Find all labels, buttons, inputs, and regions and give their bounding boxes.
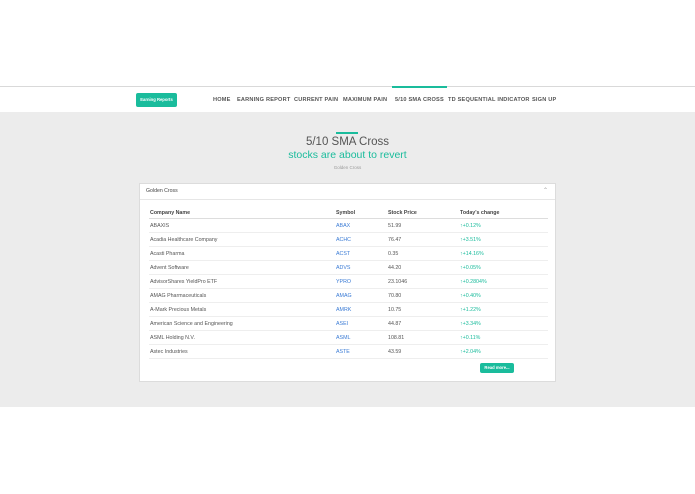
company-name: ASML Holding N.V. — [149, 330, 335, 345]
read-more-button[interactable]: Read more... — [480, 363, 514, 373]
page-subtitle: stocks are about to revert — [288, 149, 407, 161]
nav-maximum-pain[interactable]: MAXIMUM PAIN — [343, 87, 387, 113]
company-name: A-Mark Precious Metals — [149, 302, 335, 317]
column-header-change: Today's change — [459, 207, 548, 219]
table-row: Advent Software ADVS 44.20 ↑+0.05% — [149, 260, 548, 275]
table-row: ASML Holding N.V. ASML 108.81 ↑+0.11% — [149, 330, 548, 345]
todays-change: ↑+14.16% — [459, 246, 548, 261]
stock-price: 10.75 — [387, 302, 459, 317]
company-name: Acasti Pharma — [149, 246, 335, 261]
stock-price: 51.99 — [387, 218, 459, 233]
todays-change: ↑+3.34% — [459, 316, 548, 331]
table-row: Acadia Healthcare Company ACHC 76.47 ↑+3… — [149, 232, 548, 247]
symbol-link[interactable]: ABAX — [335, 218, 387, 233]
golden-cross-panel: Golden Cross ⌃ Company Name Symbol Stock… — [139, 183, 556, 382]
stock-price: 0.35 — [387, 246, 459, 261]
todays-change: ↑+0.05% — [459, 260, 548, 275]
stock-price: 76.47 — [387, 232, 459, 247]
panel-title: Golden Cross — [146, 188, 178, 194]
stock-price: 70.80 — [387, 288, 459, 303]
company-name: Acadia Healthcare Company — [149, 232, 335, 247]
symbol-link[interactable]: ADVS — [335, 260, 387, 275]
stock-price: 43.59 — [387, 344, 459, 359]
todays-change: ↑+0.11% — [459, 330, 548, 345]
symbol-link[interactable]: AMAG — [335, 288, 387, 303]
brand-button[interactable]: Earning Reports — [136, 93, 177, 107]
nav-home[interactable]: HOME — [213, 87, 231, 113]
page-caption: Golden Cross — [333, 165, 362, 170]
table-row: ABAXIS ABAX 51.99 ↑+0.12% — [149, 218, 548, 233]
page-title: 5/10 SMA Cross — [305, 136, 390, 148]
top-navbar: Earning Reports HOME EARNING REPORT CURR… — [0, 86, 695, 112]
company-name: ABAXIS — [149, 218, 335, 233]
symbol-link[interactable]: ASTE — [335, 344, 387, 359]
nav-earning-report[interactable]: EARNING REPORT — [237, 87, 290, 113]
stock-price: 108.81 — [387, 330, 459, 345]
table-row: Astec Industries ASTE 43.59 ↑+2.04% — [149, 344, 548, 359]
table-row: Acasti Pharma ACST 0.35 ↑+14.16% — [149, 246, 548, 261]
stocks-table: Company Name Symbol Stock Price Today's … — [149, 207, 548, 359]
table-row: AMAG Pharmaceuticals AMAG 70.80 ↑+0.40% — [149, 288, 548, 303]
nav-td-sequential[interactable]: TD SEQUENTIAL INDICATOR — [448, 87, 530, 113]
panel-heading[interactable]: Golden Cross ⌃ — [140, 184, 555, 200]
stock-price: 44.20 — [387, 260, 459, 275]
table-row: American Science and Engineering ASEI 44… — [149, 316, 548, 331]
nav-sma-cross[interactable]: 5/10 SMA CROSS — [392, 86, 447, 113]
nav-sign-up[interactable]: SIGN UP — [532, 87, 556, 113]
symbol-link[interactable]: ASML — [335, 330, 387, 345]
company-name: Advent Software — [149, 260, 335, 275]
column-header-symbol: Symbol — [335, 207, 387, 219]
table-header-row: Company Name Symbol Stock Price Today's … — [149, 207, 548, 219]
todays-change: ↑+0.40% — [459, 288, 548, 303]
symbol-link[interactable]: ACST — [335, 246, 387, 261]
company-name: Astec Industries — [149, 344, 335, 359]
todays-change: ↑+0.12% — [459, 218, 548, 233]
company-name: American Science and Engineering — [149, 316, 335, 331]
symbol-link[interactable]: ACHC — [335, 232, 387, 247]
todays-change: ↑+0.2804% — [459, 274, 548, 289]
symbol-link[interactable]: AMRK — [335, 302, 387, 317]
todays-change: ↑+2.04% — [459, 344, 548, 359]
company-name: AdvisorShares YieldPro ETF — [149, 274, 335, 289]
stock-price: 23.1046 — [387, 274, 459, 289]
symbol-link[interactable]: YPRO — [335, 274, 387, 289]
symbol-link[interactable]: ASEI — [335, 316, 387, 331]
table-row: A-Mark Precious Metals AMRK 10.75 ↑+1.22… — [149, 302, 548, 317]
todays-change: ↑+1.22% — [459, 302, 548, 317]
title-divider — [336, 132, 358, 134]
column-header-company: Company Name — [149, 207, 335, 219]
todays-change: ↑+3.51% — [459, 232, 548, 247]
chevron-up-icon[interactable]: ⌃ — [541, 187, 550, 196]
column-header-price: Stock Price — [387, 207, 459, 219]
company-name: AMAG Pharmaceuticals — [149, 288, 335, 303]
stock-price: 44.87 — [387, 316, 459, 331]
table-row: AdvisorShares YieldPro ETF YPRO 23.1046 … — [149, 274, 548, 289]
nav-current-pain[interactable]: CURRENT PAIN — [294, 87, 338, 113]
